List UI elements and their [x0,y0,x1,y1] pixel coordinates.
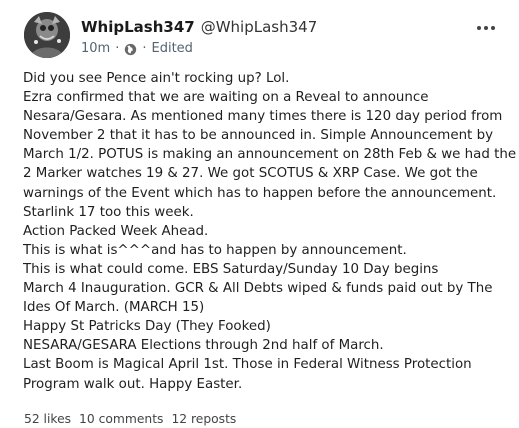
author-display-name[interactable]: WhipLash347 [81,18,195,36]
post-body-line: Ezra confirmed that we are waiting on a … [23,90,429,106]
post-body-line: 2 Marker watches 19 & 27. We got SCOTUS … [23,166,478,182]
post-body: Did you see Pence ain't rocking up? Lol.… [23,69,517,394]
author-handle[interactable]: @WhipLash347 [201,18,318,36]
post-body-line: This is what is^^^and has to happen by a… [23,242,407,258]
post-author-row: WhipLash347 @WhipLash347 [81,17,317,37]
post-body-line: March 1/2. POTUS is making an announceme… [23,147,517,163]
likes-count[interactable]: 52 likes [24,412,71,426]
edited-label[interactable]: Edited [152,40,193,58]
post-body-line: Last Boom is Magical April 1st. Those in… [23,357,472,373]
facebook-post: WhipLash347 @WhipLash347 10m · · Edited D… [0,0,519,428]
post-body-line: Starlink 17 too this week. [23,204,194,220]
comments-count[interactable]: 10 comments [79,412,163,426]
avatar[interactable] [24,12,70,58]
post-timestamp[interactable]: 10m [81,40,110,58]
post-body-line: Happy St Patricks Day (They Fooked) [23,319,271,335]
avatar-image [24,12,70,58]
post-body-line: Program walk out. Happy Easter. [23,376,243,392]
post-body-line: Did you see Pence ain't rocking up? Lol. [23,71,290,86]
post-body-line: November 2 that it has to be announced i… [23,128,493,144]
post-meta: 10m · · Edited [81,40,193,58]
post-body-line: Nesara/Gesara. As mentioned many times t… [23,109,503,125]
post-body-line: NESARA/GESARA Elections through 2nd half… [23,338,384,354]
globe-icon[interactable] [124,43,137,56]
meta-separator-2: · [142,41,147,56]
post-body-line: warnings of the Event which has to happe… [23,185,497,201]
reposts-count[interactable]: 12 reposts [171,412,236,426]
meta-separator: · [115,41,120,56]
post-body-line: March 4 Inauguration. GCR & All Debts wi… [23,281,493,297]
post-body-line: Ides Of March. (MARCH 15) [23,300,205,316]
post-stats: 52 likes 10 comments 12 reposts [24,411,236,427]
more-horizontal-icon [477,26,495,30]
post-body-line: Action Packed Week Ahead. [23,223,209,239]
more-options-button[interactable] [475,18,497,38]
post-body-line: This is what could come. EBS Saturday/Su… [23,261,439,277]
